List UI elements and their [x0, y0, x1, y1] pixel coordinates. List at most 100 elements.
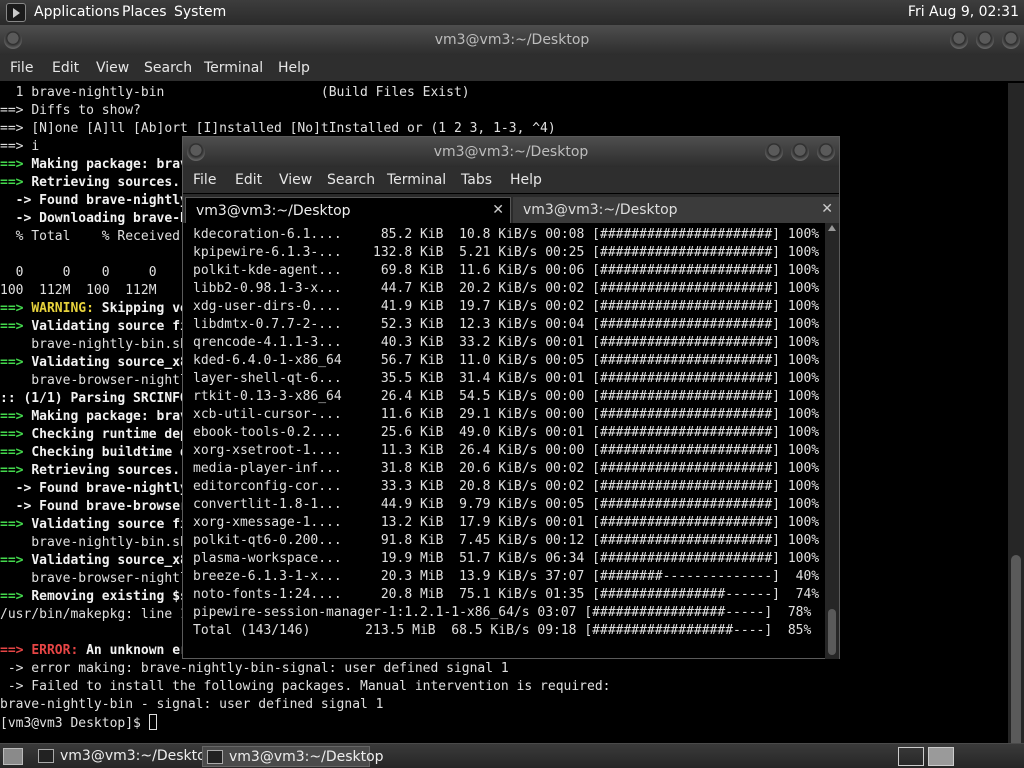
download-progress-line: xorg-xmessage-1.... 13.2 KiB 17.9 KiB/s … [193, 515, 820, 530]
distro-logo-icon[interactable] [6, 3, 26, 22]
download-progress-line: breeze-6.1.3-1-x... 20.3 MiB 13.9 KiB/s … [193, 569, 820, 584]
terminal-text: brave-nightly-bin.sh [0, 337, 188, 352]
window-title: vm3@vm3:~/Desktop [434, 32, 590, 48]
menu-terminal[interactable]: Terminal [387, 172, 446, 188]
terminal-text: -> [0, 193, 40, 208]
download-progress-line: kded-6.4.0-1-x86_64 56.7 KiB 11.0 KiB/s … [193, 353, 820, 368]
terminal-text: ==> [0, 175, 32, 190]
scrollbar-thumb[interactable] [828, 609, 836, 655]
tab-bar: vm3@vm3:~/Desktop ✕ vm3@vm3:~/Desktop ✕ [183, 194, 839, 223]
menubar: File Edit View Search Terminal Tabs Help [183, 167, 839, 193]
places-menu[interactable]: Places [122, 4, 167, 20]
close-tab-icon[interactable]: ✕ [492, 202, 504, 218]
maximize-button[interactable] [976, 31, 994, 49]
menu-edit[interactable]: Edit [235, 172, 262, 188]
download-progress-line: plasma-workspace... 19.9 MiB 51.7 KiB/s … [193, 551, 820, 566]
terminal-output[interactable]: kdecoration-6.1.... 85.2 KiB 10.8 KiB/s … [193, 226, 825, 656]
taskbar: vm3@vm3:~/Desktop vm3@vm3:~/Desktop [0, 743, 1024, 768]
terminal-text: ERROR: [31, 643, 87, 658]
top-panel: Applications Places System Fri Aug 9, 02… [0, 0, 1024, 25]
tab-label: vm3@vm3:~/Desktop [523, 202, 678, 218]
terminal-text: ==> [0, 301, 32, 316]
maximize-button[interactable] [791, 143, 809, 161]
download-progress-line: layer-shell-qt-6... 35.5 KiB 31.4 KiB/s … [193, 371, 820, 386]
terminal-text: ==> [0, 427, 32, 442]
show-desktop-icon[interactable] [3, 748, 23, 765]
download-progress-line: pipewire-session-manager-1:1.2.1-1-x86_6… [193, 605, 812, 620]
workspace-2[interactable] [928, 747, 954, 766]
minimize-button[interactable] [765, 143, 783, 161]
terminal-line: -> Failed to install the following packa… [0, 678, 1008, 696]
minimize-button[interactable] [950, 31, 968, 49]
window-titlebar[interactable]: vm3@vm3:~/Desktop [183, 137, 839, 167]
download-progress-line: libdmtx-0.7.7-2-... 52.3 KiB 12.3 KiB/s … [193, 317, 820, 332]
scroll-up-icon[interactable] [828, 225, 836, 231]
terminal-text: Retrieving sources... [31, 463, 196, 478]
close-button[interactable] [817, 143, 835, 161]
menu-file[interactable]: File [10, 60, 33, 76]
terminal-text: 0 0 0 0 0 [0, 265, 196, 280]
close-tab-icon[interactable]: ✕ [821, 201, 833, 217]
download-progress-line: editorconfig-cor... 33.3 KiB 20.8 KiB/s … [193, 479, 820, 494]
terminal-text: brave-browser-nightly [0, 571, 196, 586]
download-progress-line: media-player-inf... 31.8 KiB 20.6 KiB/s … [193, 461, 820, 476]
terminal-text: -> error making: brave-nightly-bin-signa… [0, 661, 509, 676]
menu-help[interactable]: Help [510, 172, 542, 188]
workspace-1[interactable] [898, 747, 924, 766]
terminal-window-front[interactable]: vm3@vm3:~/Desktop File Edit View Search … [182, 136, 840, 659]
menu-file[interactable]: File [193, 172, 216, 188]
tab-1[interactable]: vm3@vm3:~/Desktop ✕ [185, 197, 511, 223]
window-menu-button[interactable] [4, 31, 22, 49]
clock[interactable]: Fri Aug 9, 02:31 [908, 4, 1019, 20]
taskbar-task-2[interactable]: vm3@vm3:~/Desktop [202, 746, 384, 767]
terminal-line: 1 brave-nightly-bin (Build Files Exist) [0, 84, 1008, 102]
download-progress-line: qrencode-4.1.1-3... 40.3 KiB 33.2 KiB/s … [193, 335, 820, 350]
terminal-text: -> [0, 481, 40, 496]
menu-view[interactable]: View [96, 60, 129, 76]
menu-help[interactable]: Help [278, 60, 310, 76]
terminal-line: -> error making: brave-nightly-bin-signa… [0, 660, 1008, 678]
download-progress-line: xdg-user-dirs-0.... 41.9 KiB 19.7 KiB/s … [193, 299, 820, 314]
menu-search[interactable]: Search [327, 172, 375, 188]
download-progress-line: kpipewire-6.1.3-... 132.8 KiB 5.21 KiB/s… [193, 245, 820, 260]
terminal-text: ==> [0, 517, 32, 532]
download-progress-line: kdecoration-6.1.... 85.2 KiB 10.8 KiB/s … [193, 227, 820, 242]
window-menu-button[interactable] [187, 143, 205, 161]
download-progress-line: polkit-qt6-0.200... 91.8 KiB 7.45 KiB/s … [193, 533, 820, 548]
terminal-text: ==> [0, 409, 32, 424]
menu-view[interactable]: View [279, 172, 312, 188]
menu-edit[interactable]: Edit [52, 60, 79, 76]
scrollbar[interactable] [825, 223, 839, 659]
download-progress-line: convertlit-1.8-1... 44.9 KiB 9.79 KiB/s … [193, 497, 820, 512]
download-progress-line: rtkit-0.13-3-x86_64 26.4 KiB 54.5 KiB/s … [193, 389, 820, 404]
terminal-text: ==> [0, 139, 32, 154]
tab-label: vm3@vm3:~/Desktop [196, 203, 351, 219]
terminal-text: ==> [0, 589, 32, 604]
terminal-text: [vm3@vm3 Desktop]$ [0, 716, 149, 731]
tab-2[interactable]: vm3@vm3:~/Desktop ✕ [513, 197, 839, 223]
close-button[interactable] [1002, 31, 1020, 49]
window-titlebar[interactable]: vm3@vm3:~/Desktop [0, 25, 1024, 55]
terminal-text: -> [0, 499, 40, 514]
terminal-text: brave-nightly-bin - signal: user defined… [0, 697, 384, 712]
menu-tabs[interactable]: Tabs [461, 172, 492, 188]
menu-search[interactable]: Search [144, 60, 192, 76]
taskbar-task-1[interactable]: vm3@vm3:~/Desktop [34, 746, 215, 767]
system-menu[interactable]: System [174, 4, 226, 20]
terminal-text: Retrieving sources... [31, 175, 196, 190]
menu-terminal[interactable]: Terminal [204, 60, 263, 76]
download-progress-line: ebook-tools-0.2.... 25.6 KiB 49.0 KiB/s … [193, 425, 820, 440]
terminal-text: /usr/bin/makepkg: line 182 [0, 607, 204, 622]
terminal-text: ==> [0, 103, 32, 118]
scrollbar[interactable] [1008, 83, 1024, 768]
task-label: vm3@vm3:~/Desktop [60, 748, 215, 764]
terminal-text: ==> [0, 319, 32, 334]
terminal-line: ==> Diffs to show? [0, 102, 1008, 120]
download-progress-line: Total (143/146) 213.5 MiB 68.5 KiB/s 09:… [193, 623, 812, 638]
download-progress-line: noto-fonts-1:24.... 20.8 MiB 75.1 KiB/s … [193, 587, 820, 602]
terminal-text: [N]one [A]ll [Ab]ort [I]nstalled [No]tIn… [31, 121, 556, 136]
terminal-text: ==> [0, 463, 32, 478]
applications-menu[interactable]: Applications [34, 4, 120, 20]
scrollbar-thumb[interactable] [1011, 555, 1021, 768]
terminal-text: ==> [0, 643, 32, 658]
